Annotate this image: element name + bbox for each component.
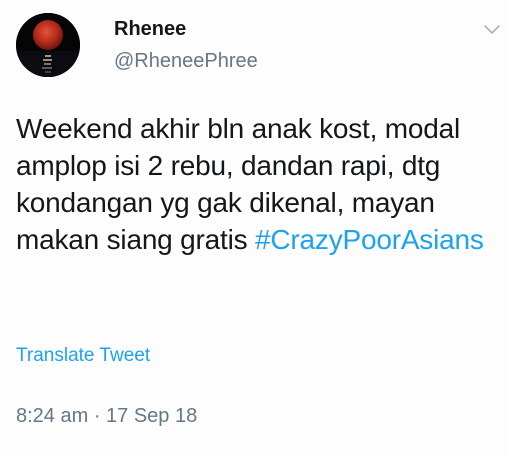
tweet-timestamp[interactable]: 8:24 am · 17 Sep 18 [16, 404, 197, 428]
avatar-image [16, 13, 80, 77]
tweet-body: Weekend akhir bln anak kost, modal amplo… [16, 110, 496, 258]
author-handle[interactable]: @RheneePhree [114, 49, 258, 73]
chevron-down-icon [484, 25, 500, 34]
tweet-menu-button[interactable] [482, 22, 502, 38]
translate-tweet-link[interactable]: Translate Tweet [16, 344, 150, 368]
author-display-name[interactable]: Rhenee [114, 17, 186, 41]
avatar[interactable] [16, 13, 80, 77]
hashtag-link[interactable]: #CrazyPoorAsians [255, 224, 484, 255]
